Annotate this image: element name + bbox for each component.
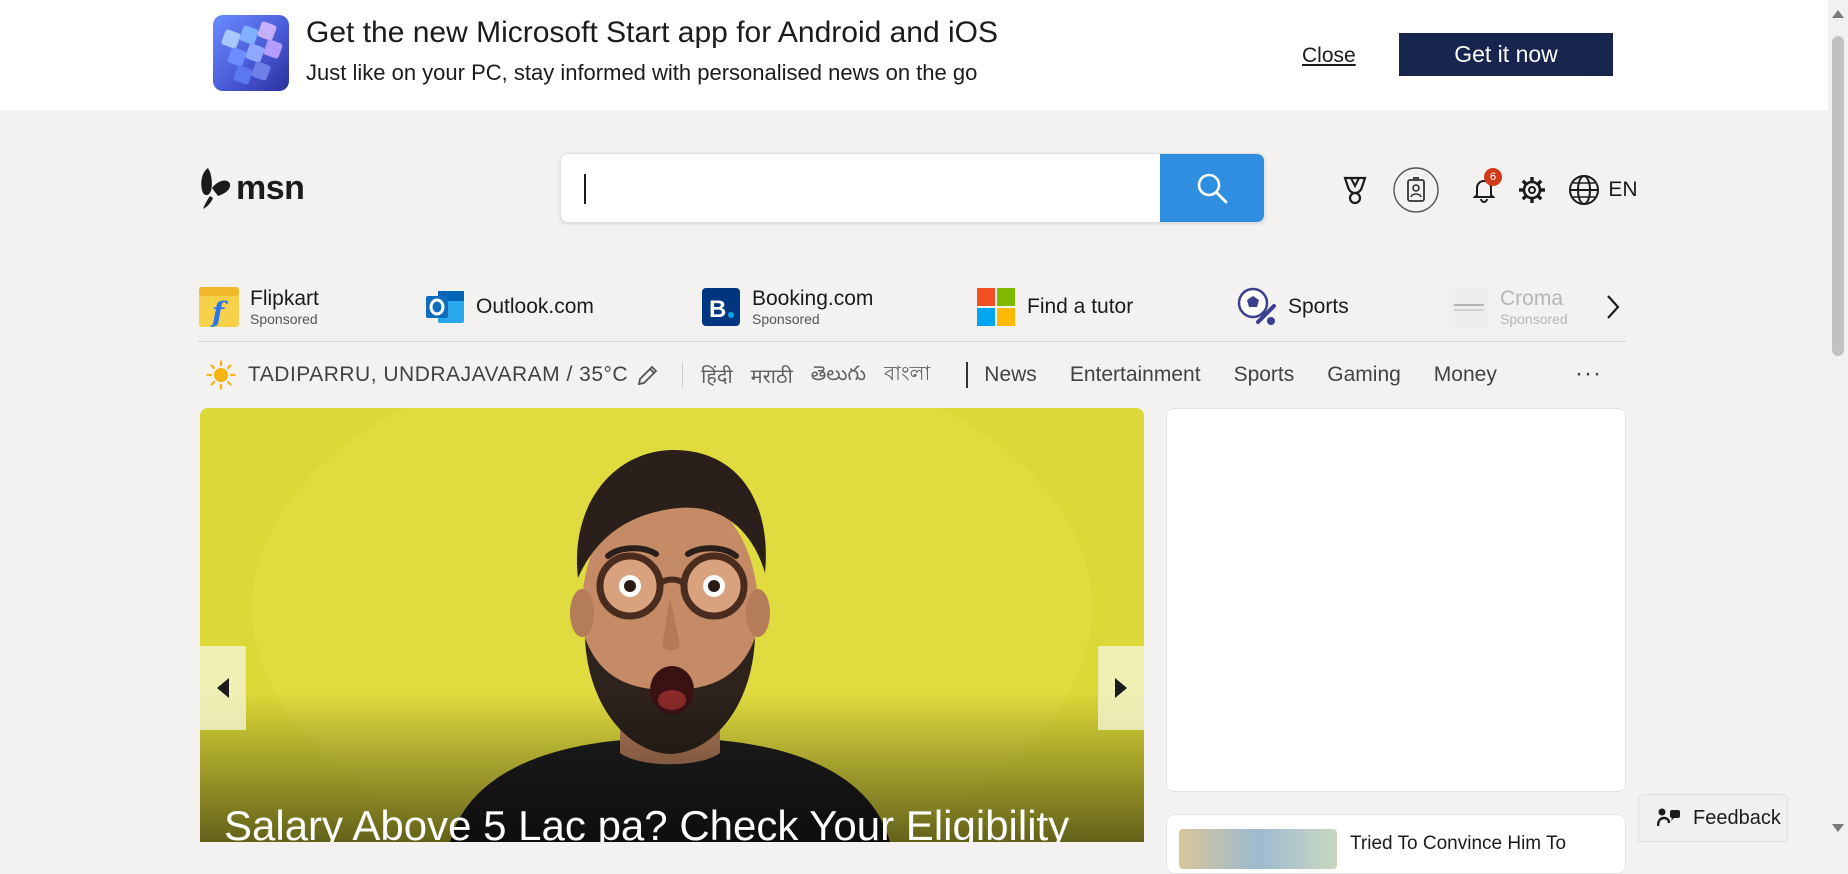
app-promo-banner: Get the new Microsoft Start app for Andr… xyxy=(0,0,1828,110)
weather-location-text: TADIPARRU, UNDRAJAVARAM / 35°C xyxy=(248,363,629,386)
language-link-marathi[interactable]: मराठी xyxy=(751,362,793,389)
news-teaser-card[interactable]: Tried To Convince Him To xyxy=(1166,814,1626,874)
shortcut-label: Booking.com xyxy=(752,287,874,310)
shortcut-label: Sports xyxy=(1288,295,1349,318)
shortcuts-next-button[interactable] xyxy=(1596,290,1630,324)
sports-icon xyxy=(1236,286,1278,328)
search-icon xyxy=(1197,173,1228,204)
teaser-thumbnail xyxy=(1179,829,1337,869)
shortcut-label: Flipkart xyxy=(250,287,319,310)
feedback-button[interactable]: Feedback xyxy=(1638,794,1788,842)
shortcut-find-a-tutor[interactable]: Find a tutor xyxy=(975,284,1133,330)
shortcut-links-bar: f Flipkart Sponsored Outlook.com B Booki… xyxy=(198,280,1626,342)
get-it-now-button[interactable]: Get it now xyxy=(1399,33,1613,76)
croma-icon xyxy=(1448,286,1490,328)
shortcut-croma[interactable]: Croma Sponsored xyxy=(1448,284,1568,330)
scroll-down-arrow-icon[interactable] xyxy=(1832,824,1844,832)
nav-row: TADIPARRU, UNDRAJAVARAM / 35°C हिंदी मरा… xyxy=(198,350,1626,400)
profile-button[interactable] xyxy=(1392,166,1440,214)
hero-headline[interactable]: Salary Above 5 Lac pa? Check Your Eligib… xyxy=(224,802,1069,842)
sun-icon xyxy=(206,360,236,390)
scrollbar-thumb[interactable] xyxy=(1832,36,1844,356)
microsoft-icon xyxy=(975,286,1017,328)
sponsored-tag: Sponsored xyxy=(1500,311,1568,327)
profile-badge-icon xyxy=(1393,167,1439,213)
search-box[interactable] xyxy=(560,153,1265,223)
search-input[interactable] xyxy=(561,154,1160,222)
shortcut-label: Outlook.com xyxy=(476,295,594,318)
feedback-label: Feedback xyxy=(1693,806,1781,829)
sponsored-tag: Sponsored xyxy=(752,311,820,327)
carousel-next-button[interactable] xyxy=(1098,646,1144,730)
page-scrollbar[interactable] xyxy=(1828,0,1848,842)
microsoft-start-logo-icon xyxy=(213,15,289,91)
globe-icon xyxy=(1569,175,1600,205)
search-button[interactable] xyxy=(1160,154,1264,222)
shortcut-flipkart[interactable]: f Flipkart Sponsored xyxy=(198,284,319,330)
arrow-right-icon xyxy=(1115,678,1127,698)
divider xyxy=(682,362,684,388)
settings-button[interactable] xyxy=(1512,166,1552,214)
gear-icon xyxy=(1519,177,1545,203)
msn-butterfly-icon xyxy=(201,168,231,209)
arrow-left-icon xyxy=(217,678,229,698)
language-link-hindi[interactable]: हिंदी xyxy=(701,362,733,389)
ad-card xyxy=(1166,408,1626,792)
booking-icon: B xyxy=(700,286,742,328)
rewards-trophy-icon xyxy=(1343,176,1367,205)
shortcut-label: Find a tutor xyxy=(1027,295,1134,318)
svg-text:B: B xyxy=(709,296,726,323)
carousel-prev-button[interactable] xyxy=(200,646,246,730)
banner-close-link[interactable]: Close xyxy=(1302,44,1356,68)
notifications-button[interactable]: 6 xyxy=(1464,166,1504,214)
outlook-icon xyxy=(424,286,466,328)
sponsored-tag: Sponsored xyxy=(250,311,318,327)
more-options-icon[interactable]: ··· xyxy=(1575,360,1602,388)
shortcut-label: Croma xyxy=(1500,287,1564,310)
rewards-button[interactable] xyxy=(1336,166,1374,214)
banner-title: Get the new Microsoft Start app for Andr… xyxy=(306,16,999,49)
nav-link-sports[interactable]: Sports xyxy=(1234,363,1295,387)
flipkart-icon: f xyxy=(198,286,240,328)
notification-count-badge: 6 xyxy=(1484,168,1502,186)
shortcut-outlook[interactable]: Outlook.com xyxy=(424,284,594,330)
teaser-headline: Tried To Convince Him To xyxy=(1350,833,1567,854)
nav-link-money[interactable]: Money xyxy=(1434,363,1497,387)
msn-logo[interactable]: msn xyxy=(198,166,305,210)
nav-link-entertainment[interactable]: Entertainment xyxy=(1070,363,1201,387)
language-link-bengali[interactable]: বাংলা xyxy=(884,359,930,392)
banner-subtitle: Just like on your PC, stay informed with… xyxy=(306,60,978,85)
nav-link-gaming[interactable]: Gaming xyxy=(1327,363,1401,387)
language-link-telugu[interactable]: తెలుగు xyxy=(811,361,866,390)
chevron-right-icon xyxy=(1607,295,1620,319)
hero-carousel[interactable]: Salary Above 5 Lac pa? Check Your Eligib… xyxy=(200,408,1144,842)
msn-wordmark: msn xyxy=(236,168,305,207)
divider xyxy=(966,362,969,388)
feedback-icon xyxy=(1657,808,1680,827)
nav-link-news[interactable]: News xyxy=(984,363,1037,387)
edit-pencil-icon[interactable] xyxy=(636,363,660,387)
language-label: EN xyxy=(1608,178,1638,201)
text-caret xyxy=(584,174,586,204)
shortcut-booking[interactable]: B Booking.com Sponsored xyxy=(700,284,873,330)
shortcut-sports[interactable]: Sports xyxy=(1236,284,1349,330)
scroll-up-arrow-icon[interactable] xyxy=(1832,10,1844,18)
language-button[interactable]: EN xyxy=(1560,166,1646,214)
weather-location[interactable]: TADIPARRU, UNDRAJAVARAM / 35°C xyxy=(206,360,660,390)
